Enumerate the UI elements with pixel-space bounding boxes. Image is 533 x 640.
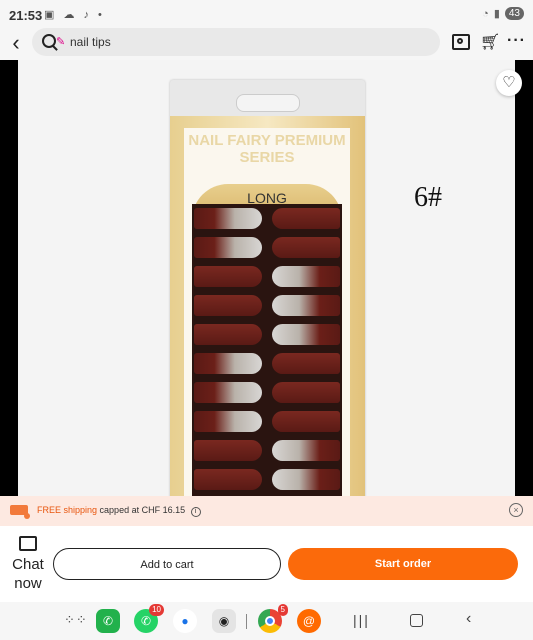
nail-tip [194,237,262,258]
signal-icon: ▮ [493,8,500,20]
info-icon[interactable]: i [190,507,201,517]
chrome-app-icon[interactable]: 5 [258,604,288,633]
nail-tip [272,324,340,345]
phone-app-icon[interactable]: ✆ [96,609,120,633]
nail-tip [272,237,340,258]
nail-tip [194,353,262,374]
variant-label: 6# [414,182,442,213]
nail-tip [194,440,262,461]
nail-tip [194,382,262,403]
cart-icon[interactable]: 🛒︎ [480,32,500,52]
system-nav-bar: ⁘⁘ ✆ ✆ 10 ● ◉ 5 @ ||| ‹ [0,602,533,640]
nail-tip [194,411,262,432]
status-time: 21:53 [9,8,43,23]
alibaba-app-icon[interactable]: @ [297,609,321,633]
whatsapp-badge: 10 [149,604,164,616]
home-icon[interactable] [410,614,423,627]
nail-package: NAIL FAIRY PREMIUM SERIES LONG [170,80,365,506]
recents-icon[interactable]: ||| [353,612,370,628]
search-input[interactable]: ✎ nail tips [32,28,440,56]
back-icon[interactable]: ‹ [6,30,26,56]
shipping-text: FREE shipping capped at CHF 16.15 i [37,505,201,517]
camera-icon[interactable] [452,34,470,50]
battery-indicator: 43 [504,7,524,20]
nail-tip [272,440,340,461]
nail-tray [192,204,342,504]
nail-tip [272,382,340,403]
search-icon [42,34,56,48]
back-nav-icon[interactable]: ‹ [466,610,471,628]
product-gallery[interactable]: NAIL FAIRY PREMIUM SERIES LONG 6# [0,60,533,506]
chrome-badge: 5 [277,604,288,616]
nail-tip [194,295,262,316]
package-frame: NAIL FAIRY PREMIUM SERIES LONG [170,116,365,506]
nail-tip [272,295,340,316]
nail-tip [194,469,262,490]
shipping-cap: capped at CHF 16.15 [99,505,186,515]
status-bar: 21:53 ▣ ☁ ♪ • ◔ ▮ 43 [0,0,533,30]
whatsapp-app-icon[interactable]: ✆ 10 [134,604,164,633]
status-right: ◔ ▮ 43 [482,7,524,20]
nail-tip [272,208,340,229]
messages-app-icon[interactable]: ● [173,609,197,633]
dock-divider [246,614,247,629]
apps-grid-icon[interactable]: ⁘⁘ [64,613,87,638]
nail-tip [194,266,262,287]
product-image[interactable]: NAIL FAIRY PREMIUM SERIES LONG 6# [18,60,515,506]
nail-tip [272,469,340,490]
package-brand: NAIL FAIRY PREMIUM SERIES [188,132,346,166]
wifi-icon: ◔ [482,7,489,20]
package-inner: NAIL FAIRY PREMIUM SERIES LONG [184,128,350,504]
package-hanger [236,94,300,112]
start-order-button[interactable]: Start order [288,548,518,580]
action-bar: Chat now Add to cart Start order [0,526,533,602]
camera-app-icon[interactable]: ◉ [212,609,236,633]
chat-label: Chat now [12,556,44,592]
nail-polish-icon: ✎ [56,36,66,48]
more-icon[interactable]: ··· [507,32,526,50]
nail-tip [272,411,340,432]
notification-icons: ▣ ☁ ♪ • [44,9,105,21]
heart-icon[interactable]: ♡ [496,70,522,96]
nail-tip [272,266,340,287]
search-row: ‹ ✎ nail tips 🛒︎ ··· [0,28,533,60]
close-icon[interactable]: × [509,503,523,517]
chat-now-button[interactable]: Chat now [8,536,48,593]
nail-tip [194,208,262,229]
nail-tip [272,353,340,374]
add-to-cart-button[interactable]: Add to cart [53,548,281,580]
chat-icon [19,536,37,551]
free-shipping-label: FREE shipping [37,505,98,515]
nail-tip [194,324,262,345]
search-query: nail tips [70,35,111,49]
shipping-banner[interactable]: FREE shipping capped at CHF 16.15 i × [0,496,533,526]
truck-icon [10,505,30,519]
